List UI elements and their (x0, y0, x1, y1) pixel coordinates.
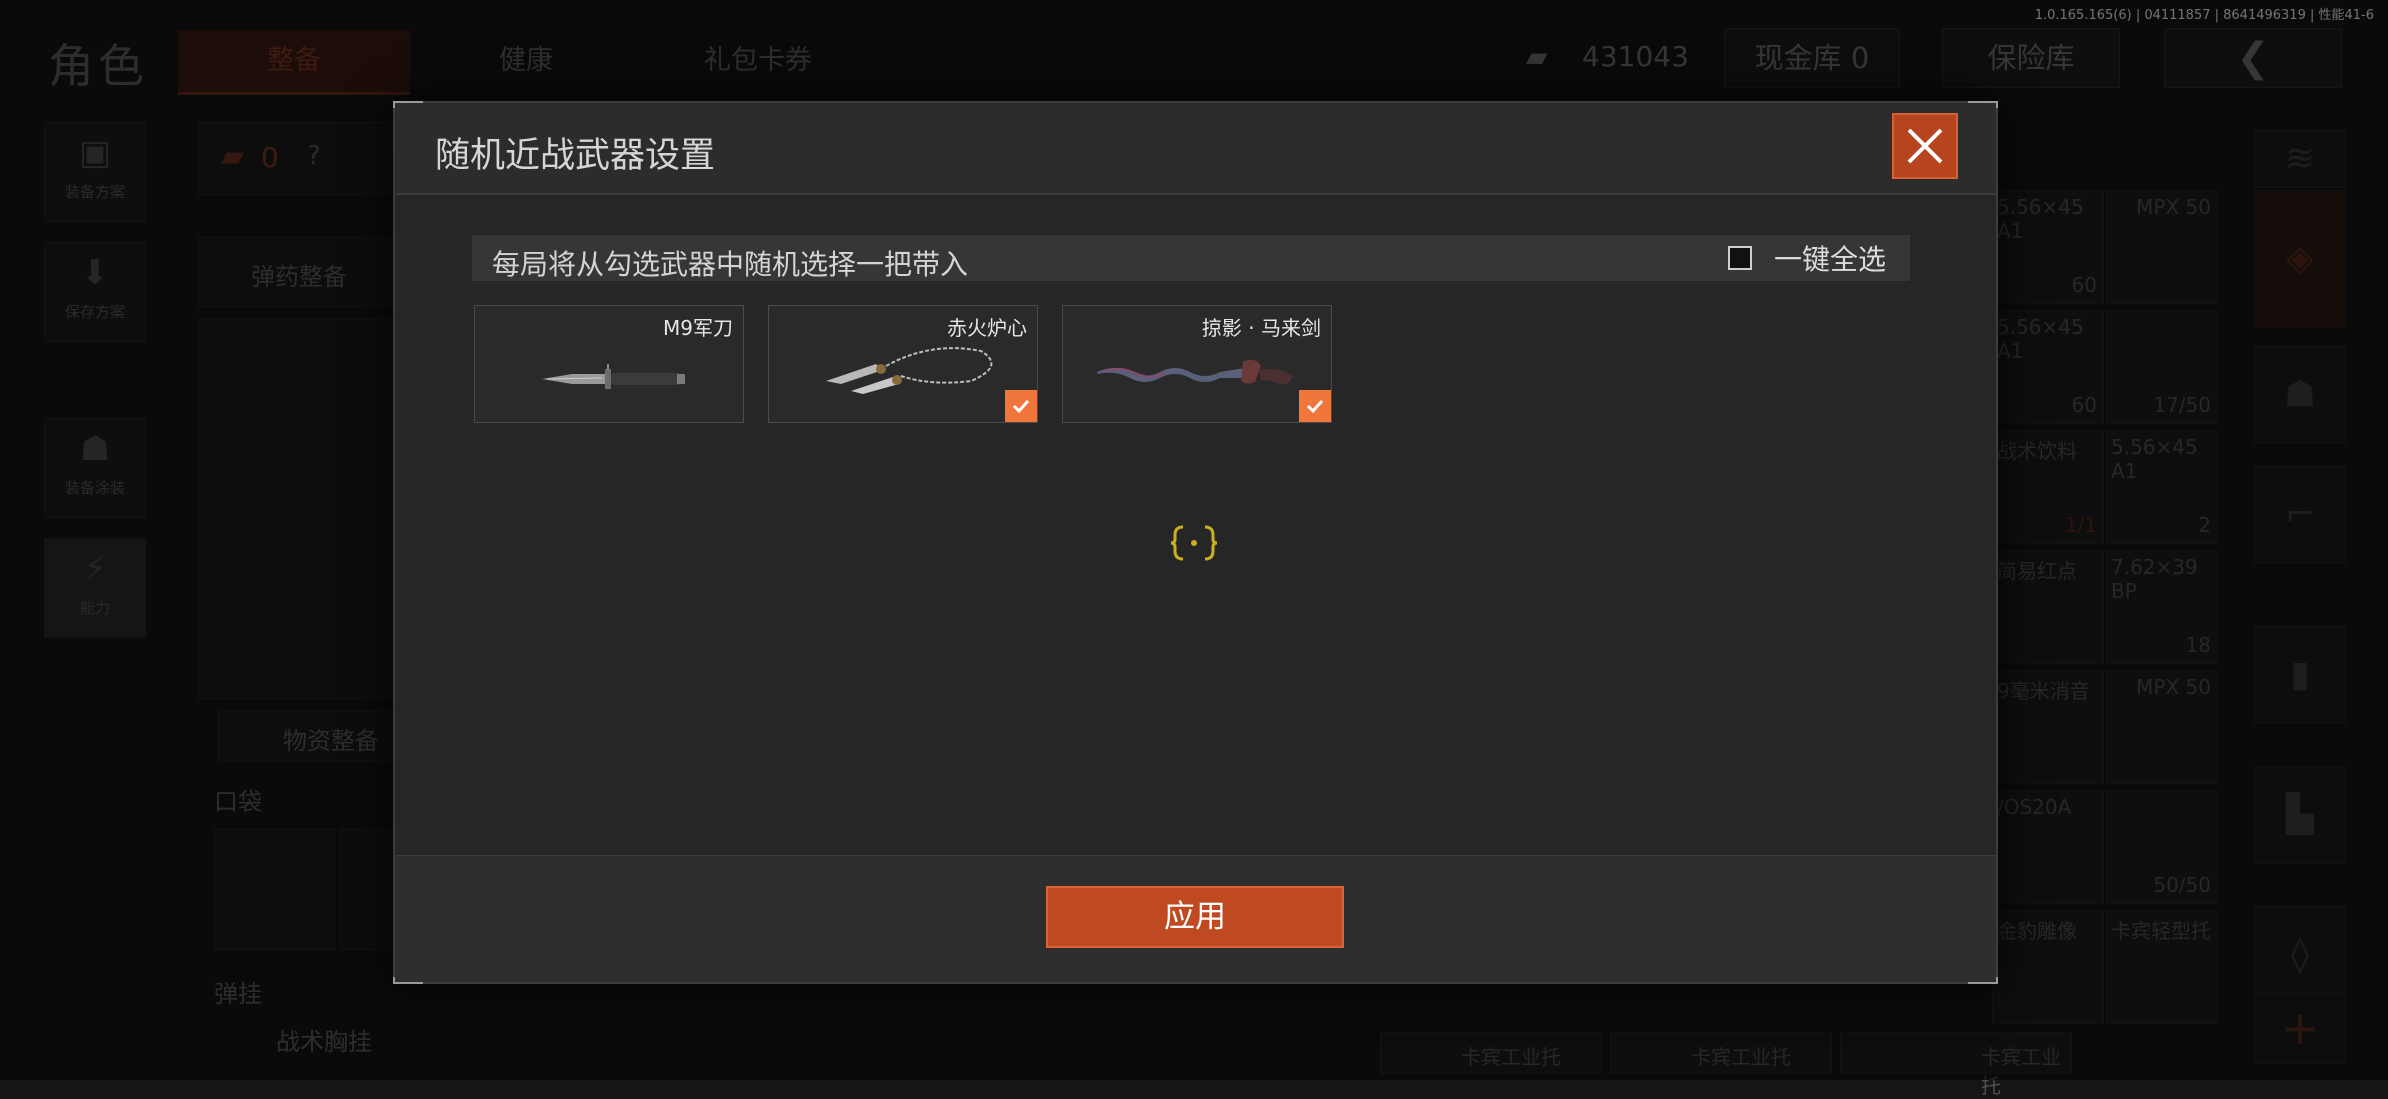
check-icon (1012, 399, 1030, 414)
dialog-title: 随机近战武器设置 (435, 136, 716, 176)
info-text: 每局将从勾选武器中随机选择一把带入 (492, 248, 969, 281)
weapon-card-fire-core[interactable]: 赤火炉心 (768, 305, 1038, 423)
weapon-checkbox[interactable] (1005, 390, 1037, 422)
apply-button[interactable]: 应用 (1046, 886, 1344, 948)
weapon-card-m9[interactable]: M9军刀 (474, 305, 744, 423)
info-bar: 每局将从勾选武器中随机选择一把带入 一键全选 (472, 235, 1910, 281)
select-all-toggle[interactable]: 一键全选 (1727, 242, 1886, 276)
m9-knife-image (542, 364, 685, 389)
check-icon (1306, 399, 1324, 414)
close-button[interactable] (1892, 113, 1958, 179)
dialog-footer: 应用 (395, 855, 1996, 982)
weapon-checkbox[interactable] (1299, 390, 1331, 422)
kris-sword-image (1097, 359, 1293, 385)
loading-spinner-icon (1170, 525, 1218, 561)
weapon-card-kris[interactable]: 掠影 · 马来剑 (1062, 305, 1332, 423)
select-all-checkbox[interactable] (1727, 246, 1752, 270)
chain-blades-image (826, 347, 993, 394)
select-all-label: 一键全选 (1773, 243, 1886, 276)
dialog-header: 随机近战武器设置 (395, 103, 1996, 195)
close-icon (1907, 128, 1943, 164)
random-melee-dialog: 随机近战武器设置 每局将从勾选武器中随机选择一把带入 一键全选 M9军刀 赤火炉… (393, 101, 1998, 984)
